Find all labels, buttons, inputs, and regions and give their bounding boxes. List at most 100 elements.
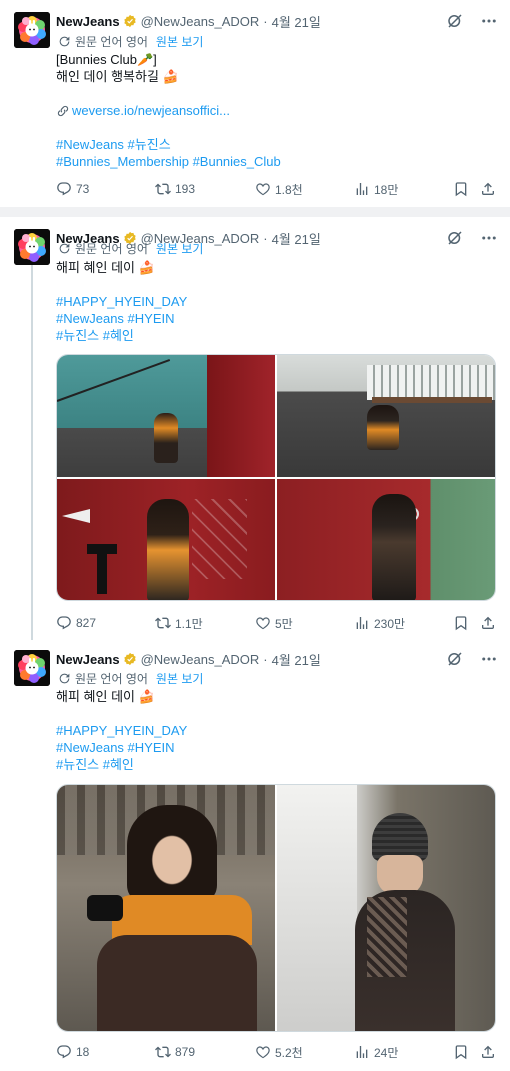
tweet-text: [Bunnies Club🥕] 해인 데이 행복하길 🍰 weverse.io/… [56, 51, 496, 170]
grok-icon[interactable] [446, 12, 464, 30]
text-line: 해인 데이 행복하길 🍰 [56, 69, 179, 84]
share-icon [480, 181, 496, 197]
repost-icon [155, 181, 171, 197]
repost-count: 193 [175, 182, 196, 196]
hashtag-line[interactable]: #뉴진스 #혜인 [56, 327, 496, 344]
tweet-2[interactable]: NewJeans @NewJeans_ADOR · 4월 21일 원문 언어 영… [0, 217, 510, 640]
views-count: 24만 [374, 1045, 399, 1060]
reply-button[interactable]: 827 [56, 614, 96, 632]
hashtag-line[interactable]: #Bunnies_Membership #Bunnies_Club [56, 153, 496, 170]
tweet-text: 해피 혜인 데이 🍰 #HAPPY_HYEIN_DAY #NewJeans #H… [56, 259, 496, 344]
photo-1[interactable] [57, 355, 275, 477]
translation-notice: 원문 언어 영어 원본 보기 [58, 670, 203, 687]
share-button[interactable] [480, 1043, 496, 1061]
avatar[interactable] [14, 229, 50, 265]
hashtag-line[interactable]: #NewJeans #뉴진스 [56, 136, 496, 153]
more-icon[interactable] [480, 229, 498, 247]
photo-1[interactable] [57, 785, 275, 1031]
share-button[interactable] [480, 180, 496, 198]
text-line: 해피 혜인 데이 🍰 [56, 260, 155, 275]
repost-button[interactable]: 879 [155, 1043, 195, 1061]
dot-separator: · [263, 230, 268, 246]
bookmark-button[interactable] [453, 180, 469, 198]
show-original-link[interactable]: 원본 보기 [156, 670, 204, 687]
tweet-3[interactable]: NewJeans @NewJeans_ADOR · 4월 21일 원문 언어 영… [0, 640, 510, 1071]
avatar[interactable] [14, 650, 50, 686]
action-bar: 18 879 5.2천 24만 [56, 1043, 496, 1061]
reply-button[interactable]: 73 [56, 180, 89, 198]
photo-2[interactable] [277, 355, 495, 477]
like-button[interactable]: 5만 [255, 614, 293, 632]
show-original-link[interactable]: 원본 보기 [156, 33, 204, 50]
more-icon[interactable] [480, 12, 498, 30]
tweet-divider [0, 207, 510, 217]
media-grid[interactable] [56, 354, 496, 601]
avatar[interactable] [14, 12, 50, 48]
weverse-link[interactable]: weverse.io/newjeansoffici... [72, 102, 230, 119]
reply-icon [56, 1044, 72, 1060]
hashtag-line[interactable]: #HAPPY_HYEIN_DAY [56, 293, 496, 310]
reply-count: 73 [76, 182, 90, 196]
repost-button[interactable]: 1.1만 [155, 614, 203, 632]
translation-label: 원문 언어 영어 [75, 242, 148, 256]
handle[interactable]: @NewJeans_ADOR [141, 652, 260, 667]
photo-3[interactable] [57, 479, 275, 600]
bookmark-button[interactable] [453, 1043, 469, 1061]
grok-icon[interactable] [446, 229, 464, 247]
like-button[interactable]: 1.8천 [255, 180, 303, 198]
timestamp[interactable]: 4월 21일 [272, 229, 321, 248]
hashtag-line[interactable]: #HAPPY_HYEIN_DAY [56, 722, 496, 739]
handle[interactable]: @NewJeans_ADOR [141, 14, 260, 29]
hashtag-line[interactable]: #NewJeans #HYEIN [56, 310, 496, 327]
tweet-header: NewJeans @NewJeans_ADOR · 4월 21일 [56, 12, 498, 30]
views-button[interactable]: 230만 [354, 614, 405, 632]
like-button[interactable]: 5.2천 [255, 1043, 303, 1061]
views-button[interactable]: 24만 [354, 1043, 398, 1061]
reply-icon [56, 181, 72, 197]
translate-icon [58, 242, 71, 255]
repost-button[interactable]: 193 [155, 180, 195, 198]
tweet-text: 해피 혜인 데이 🍰 #HAPPY_HYEIN_DAY #NewJeans #H… [56, 688, 496, 773]
grok-icon[interactable] [446, 650, 464, 668]
bookmark-button[interactable] [453, 614, 469, 632]
photo-4[interactable] [277, 479, 495, 600]
translate-icon [58, 672, 71, 685]
views-button[interactable]: 18만 [354, 180, 398, 198]
timestamp[interactable]: 4월 21일 [272, 12, 321, 31]
text-line: [Bunnies Club🥕] [56, 52, 157, 67]
text-line [56, 119, 496, 136]
more-icon[interactable] [480, 650, 498, 668]
link-line[interactable]: weverse.io/newjeansoffici... [56, 102, 496, 119]
share-button[interactable] [480, 614, 496, 632]
text-line: 해피 혜인 데이 🍰 [56, 689, 155, 704]
media-grid[interactable] [56, 784, 496, 1032]
translation-notice: 원문 언어 영어 원본 보기 [58, 33, 203, 50]
tweet-header: NewJeans @NewJeans_ADOR · 4월 21일 [56, 650, 498, 668]
repost-count: 1.1만 [175, 616, 203, 631]
like-count: 5.2천 [275, 1045, 303, 1060]
repost-count: 879 [175, 1045, 196, 1059]
share-icon [480, 615, 496, 631]
hashtag-line[interactable]: #NewJeans #HYEIN [56, 739, 496, 756]
reply-count: 827 [76, 616, 97, 630]
action-bar: 827 1.1만 5만 230만 [56, 614, 496, 632]
action-bar: 73 193 1.8천 18만 [56, 180, 496, 198]
views-icon [354, 181, 370, 197]
show-original-link[interactable]: 원본 보기 [156, 240, 204, 257]
views-icon [354, 1044, 370, 1060]
hashtag-line[interactable]: #뉴진스 #혜인 [56, 756, 496, 773]
like-count: 5만 [275, 616, 293, 631]
like-icon [255, 181, 271, 197]
bookmark-icon [453, 1044, 469, 1060]
translation-label: 원문 언어 영어 [75, 35, 148, 49]
timestamp[interactable]: 4월 21일 [272, 650, 321, 669]
views-count: 18만 [374, 182, 399, 197]
display-name[interactable]: NewJeans [56, 14, 120, 29]
dot-separator: · [263, 13, 268, 29]
display-name[interactable]: NewJeans [56, 652, 120, 667]
reply-button[interactable]: 18 [56, 1043, 89, 1061]
text-line [56, 705, 496, 722]
photo-2[interactable] [277, 785, 495, 1031]
tweet-1[interactable]: NewJeans @NewJeans_ADOR · 4월 21일 원문 언어 영… [0, 0, 510, 207]
thread-connector [31, 257, 33, 640]
